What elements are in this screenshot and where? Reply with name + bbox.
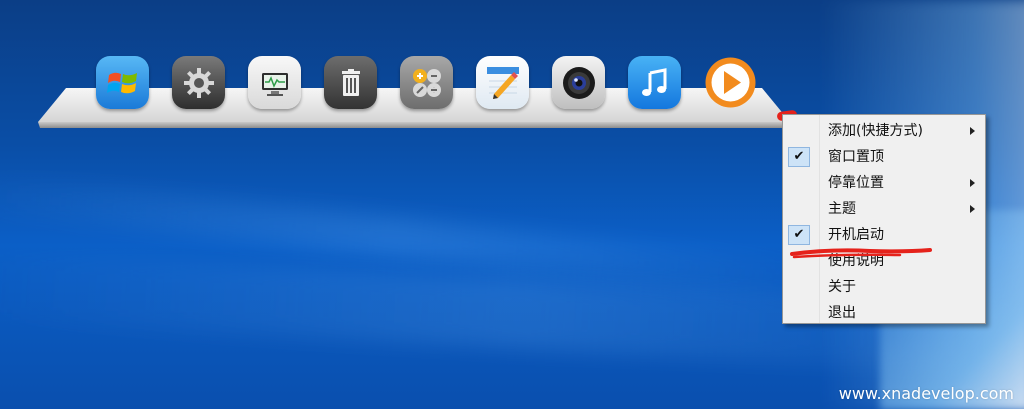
menu-item-theme[interactable]: 主题: [783, 196, 985, 222]
context-menu: 添加(快捷方式) ✔ 窗口置顶 停靠位置 主题 ✔ 开机启动 使用说明 关于 退…: [782, 114, 986, 324]
dock: [96, 56, 766, 116]
menu-item-add-shortcut[interactable]: 添加(快捷方式): [783, 118, 985, 144]
checkmark-icon: ✔: [788, 147, 810, 167]
camera-icon[interactable]: [552, 56, 605, 109]
submenu-arrow-icon: [970, 179, 975, 187]
menu-item-label: 退出: [828, 305, 856, 321]
menu-item-label: 窗口置顶: [828, 149, 884, 165]
menu-item-about[interactable]: 关于: [783, 274, 985, 300]
menu-item-label: 主题: [828, 201, 856, 217]
menu-item-dock-position[interactable]: 停靠位置: [783, 170, 985, 196]
menu-item-label: 添加(快捷方式): [828, 123, 923, 139]
menu-item-exit[interactable]: 退出: [783, 300, 985, 326]
trash-icon[interactable]: [324, 56, 377, 109]
settings-gear-icon[interactable]: [172, 56, 225, 109]
menu-item-label: 停靠位置: [828, 175, 884, 191]
submenu-arrow-icon: [970, 127, 975, 135]
notes-pencil-icon[interactable]: [476, 56, 529, 109]
calculator-icon[interactable]: [400, 56, 453, 109]
windows-icon[interactable]: [96, 56, 149, 109]
submenu-arrow-icon: [970, 205, 975, 213]
menu-item-label: 开机启动: [828, 227, 884, 243]
menu-item-label: 关于: [828, 279, 856, 295]
watermark-text: www.xnadevelop.com: [838, 384, 1014, 403]
menu-item-always-on-top[interactable]: ✔ 窗口置顶: [783, 144, 985, 170]
annotation-red-underline: [790, 248, 932, 259]
checkmark-icon: ✔: [788, 225, 810, 245]
media-player-icon[interactable]: [704, 56, 757, 109]
menu-item-start-on-boot[interactable]: ✔ 开机启动: [783, 222, 985, 248]
music-icon[interactable]: [628, 56, 681, 109]
system-monitor-icon[interactable]: [248, 56, 301, 109]
